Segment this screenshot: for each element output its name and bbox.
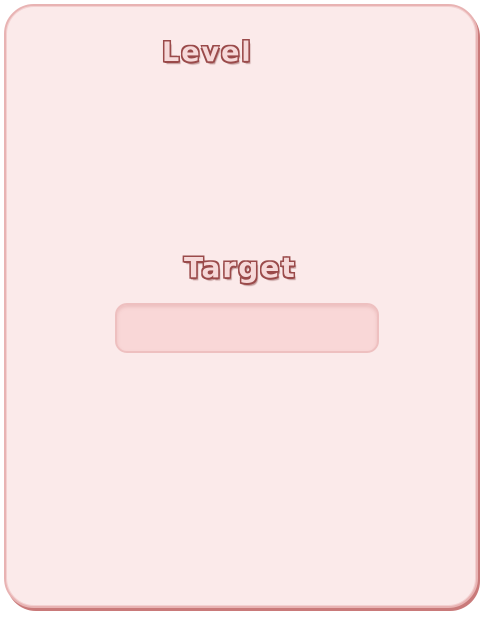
target-slot bbox=[115, 303, 379, 353]
level-title: Level bbox=[162, 37, 253, 68]
target-title: Target bbox=[184, 251, 297, 284]
game-info-panel: Level Target bbox=[4, 4, 478, 608]
